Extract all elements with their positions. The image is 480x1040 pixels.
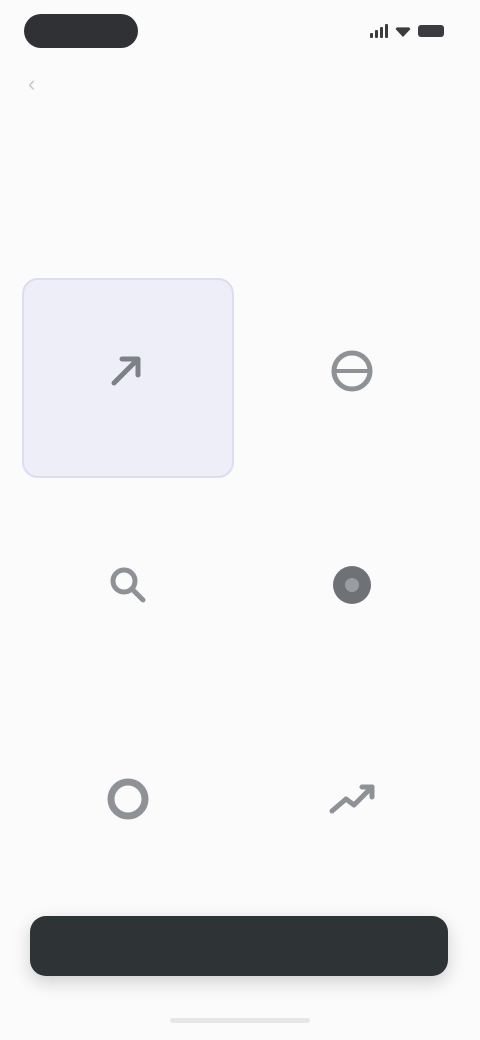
search-icon <box>102 559 154 611</box>
option-card-3[interactable] <box>22 492 234 692</box>
status-icons <box>356 22 444 40</box>
home-indicator <box>170 1018 310 1023</box>
filled-circle-icon <box>326 559 378 611</box>
battery-icon <box>418 25 444 37</box>
top-navigation: ‹ <box>0 64 480 104</box>
circle-globe-icon <box>326 345 378 397</box>
option-card-2[interactable] <box>246 278 458 478</box>
ring-icon <box>102 773 154 825</box>
dynamic-island <box>24 14 138 48</box>
arrow-up-right-icon <box>102 345 154 397</box>
option-card-5[interactable] <box>22 706 234 906</box>
option-card-1[interactable] <box>22 278 234 478</box>
option-card-6[interactable] <box>246 706 458 906</box>
back-button[interactable]: ‹ <box>28 70 64 98</box>
wifi-icon <box>394 27 412 37</box>
signal-icon <box>370 24 388 38</box>
trend-up-icon <box>326 773 378 825</box>
option-grid <box>22 278 458 898</box>
continue-button[interactable] <box>30 916 448 976</box>
option-card-4[interactable] <box>246 492 458 692</box>
status-bar <box>0 0 480 60</box>
